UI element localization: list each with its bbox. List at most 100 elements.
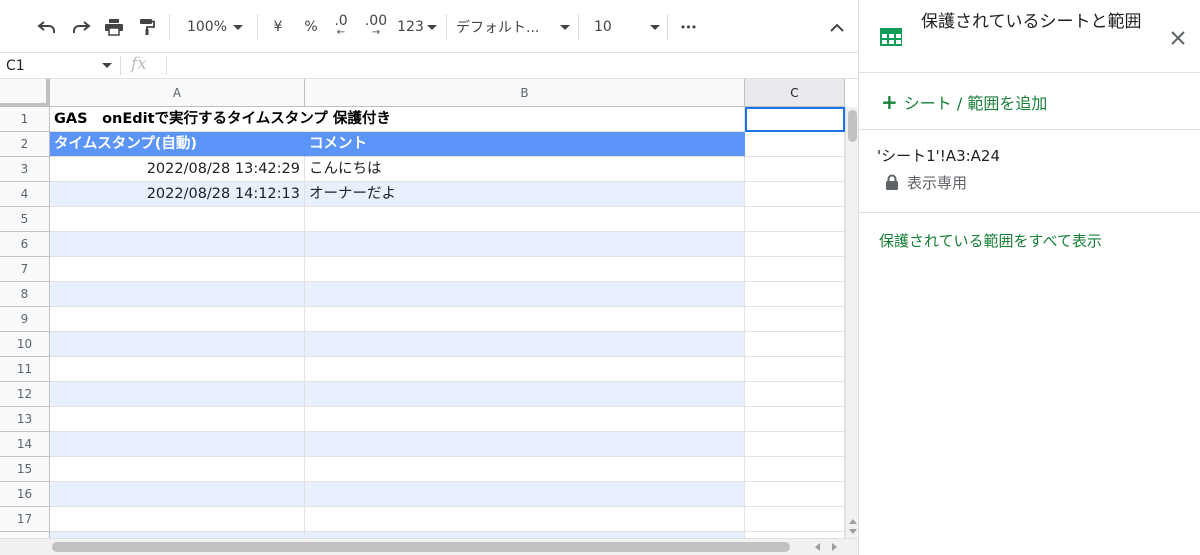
row-header[interactable]: 3 bbox=[0, 157, 50, 182]
cell-b13[interactable] bbox=[305, 407, 745, 432]
cell-c9[interactable] bbox=[745, 307, 845, 332]
cell-c8[interactable] bbox=[745, 282, 845, 307]
cell-c13[interactable] bbox=[745, 407, 845, 432]
print-icon[interactable] bbox=[101, 12, 127, 42]
plus-icon: + bbox=[881, 90, 898, 114]
cell-c16[interactable] bbox=[745, 482, 845, 507]
cell-c11[interactable] bbox=[745, 357, 845, 382]
more-icon[interactable]: ••• bbox=[676, 12, 700, 42]
cell-a5[interactable] bbox=[50, 207, 305, 232]
scroll-left-icon[interactable] bbox=[815, 543, 820, 551]
row-header[interactable]: 9 bbox=[0, 307, 50, 332]
cell-a2[interactable]: タイムスタンプ(自動) bbox=[50, 132, 305, 157]
vertical-scroll-thumb[interactable] bbox=[848, 110, 857, 142]
font-size-select[interactable]: 10 bbox=[594, 12, 660, 42]
cell-a15[interactable] bbox=[50, 457, 305, 482]
cell-a17[interactable] bbox=[50, 507, 305, 532]
row-header[interactable]: 15 bbox=[0, 457, 50, 482]
cell-b2[interactable]: コメント bbox=[305, 132, 745, 157]
row-header[interactable]: 12 bbox=[0, 382, 50, 407]
row-header[interactable]: 10 bbox=[0, 332, 50, 357]
cell-c4[interactable] bbox=[745, 182, 845, 207]
vertical-scrollbar[interactable] bbox=[845, 107, 858, 538]
row-header[interactable]: 8 bbox=[0, 282, 50, 307]
cell-b16[interactable] bbox=[305, 482, 745, 507]
undo-icon[interactable] bbox=[34, 12, 60, 42]
cell-a4[interactable]: 2022/08/28 14:12:13 bbox=[50, 182, 305, 207]
cell-c2[interactable] bbox=[745, 132, 845, 157]
cell-b3[interactable]: こんにちは bbox=[305, 157, 745, 182]
horizontal-scrollbar[interactable] bbox=[0, 538, 858, 555]
cell-b1[interactable] bbox=[305, 107, 745, 132]
cell-a16[interactable] bbox=[50, 482, 305, 507]
add-range-button[interactable]: + シート / 範囲を追加 bbox=[881, 90, 1047, 114]
row-header[interactable]: 7 bbox=[0, 257, 50, 282]
cell-c14[interactable] bbox=[745, 432, 845, 457]
protected-range-item[interactable]: 'シート1'!A3:A24 表示専用 bbox=[859, 130, 1200, 213]
cell-b7[interactable] bbox=[305, 257, 745, 282]
cell-c12[interactable] bbox=[745, 382, 845, 407]
cell-b10[interactable] bbox=[305, 332, 745, 357]
chevron-up-icon[interactable] bbox=[826, 12, 848, 42]
cell-a12[interactable] bbox=[50, 382, 305, 407]
paint-format-icon[interactable] bbox=[134, 12, 160, 42]
scroll-right-icon[interactable] bbox=[832, 543, 837, 551]
cell-b14[interactable] bbox=[305, 432, 745, 457]
column-header-a[interactable]: A bbox=[50, 79, 305, 106]
row-header[interactable]: 6 bbox=[0, 232, 50, 257]
percent-button[interactable]: % bbox=[299, 12, 323, 42]
cell-c1[interactable] bbox=[745, 107, 845, 132]
close-icon[interactable] bbox=[1171, 30, 1185, 49]
scroll-down-icon[interactable] bbox=[849, 529, 857, 534]
horizontal-scroll-thumb[interactable] bbox=[52, 542, 790, 552]
row-header[interactable]: 13 bbox=[0, 407, 50, 432]
cell-a11[interactable] bbox=[50, 357, 305, 382]
row-header[interactable]: 16 bbox=[0, 482, 50, 507]
increase-decimal-button[interactable]: .00 → bbox=[362, 12, 390, 42]
cell-c5[interactable] bbox=[745, 207, 845, 232]
row-header[interactable]: 5 bbox=[0, 207, 50, 232]
select-all-corner[interactable] bbox=[0, 79, 50, 107]
cell-a8[interactable] bbox=[50, 282, 305, 307]
cell-a6[interactable] bbox=[50, 232, 305, 257]
row-header[interactable]: 17 bbox=[0, 507, 50, 532]
cell-a10[interactable] bbox=[50, 332, 305, 357]
cell-c17[interactable] bbox=[745, 507, 845, 532]
scroll-up-icon[interactable] bbox=[849, 519, 857, 524]
cell-a14[interactable] bbox=[50, 432, 305, 457]
cell-a3[interactable]: 2022/08/28 13:42:29 bbox=[50, 157, 305, 182]
cell-b17[interactable] bbox=[305, 507, 745, 532]
currency-button[interactable]: ¥ bbox=[266, 12, 290, 42]
cell-c10[interactable] bbox=[745, 332, 845, 357]
cell-a1[interactable]: GAS onEditで実行するタイムスタンプ 保護付き bbox=[50, 107, 391, 132]
name-box[interactable]: C1 bbox=[0, 53, 120, 78]
cell-b6[interactable] bbox=[305, 232, 745, 257]
redo-icon[interactable] bbox=[68, 12, 94, 42]
column-header-c[interactable]: C bbox=[745, 79, 845, 106]
cell-c3[interactable] bbox=[745, 157, 845, 182]
font-select[interactable]: デフォルト... bbox=[456, 12, 570, 42]
column-header-b[interactable]: B bbox=[305, 79, 745, 106]
row-header[interactable]: 1 bbox=[0, 107, 50, 132]
show-all-ranges-link[interactable]: 保護されている範囲をすべて表示 bbox=[879, 230, 1102, 251]
cell-b15[interactable] bbox=[305, 457, 745, 482]
cell-b12[interactable] bbox=[305, 382, 745, 407]
cell-a7[interactable] bbox=[50, 257, 305, 282]
cell-a13[interactable] bbox=[50, 407, 305, 432]
decrease-decimal-button[interactable]: .0 ← bbox=[329, 12, 353, 42]
row-header[interactable]: 2 bbox=[0, 132, 50, 157]
cell-c6[interactable] bbox=[745, 232, 845, 257]
zoom-select[interactable]: 100% bbox=[180, 12, 250, 42]
number-format-select[interactable]: 123 bbox=[396, 12, 438, 42]
cell-b11[interactable] bbox=[305, 357, 745, 382]
cell-c15[interactable] bbox=[745, 457, 845, 482]
row-header[interactable]: 11 bbox=[0, 357, 50, 382]
cell-b8[interactable] bbox=[305, 282, 745, 307]
row-header[interactable]: 14 bbox=[0, 432, 50, 457]
cell-b5[interactable] bbox=[305, 207, 745, 232]
cell-b4[interactable]: オーナーだよ bbox=[305, 182, 745, 207]
cell-b9[interactable] bbox=[305, 307, 745, 332]
row-header[interactable]: 4 bbox=[0, 182, 50, 207]
cell-c7[interactable] bbox=[745, 257, 845, 282]
cell-a9[interactable] bbox=[50, 307, 305, 332]
